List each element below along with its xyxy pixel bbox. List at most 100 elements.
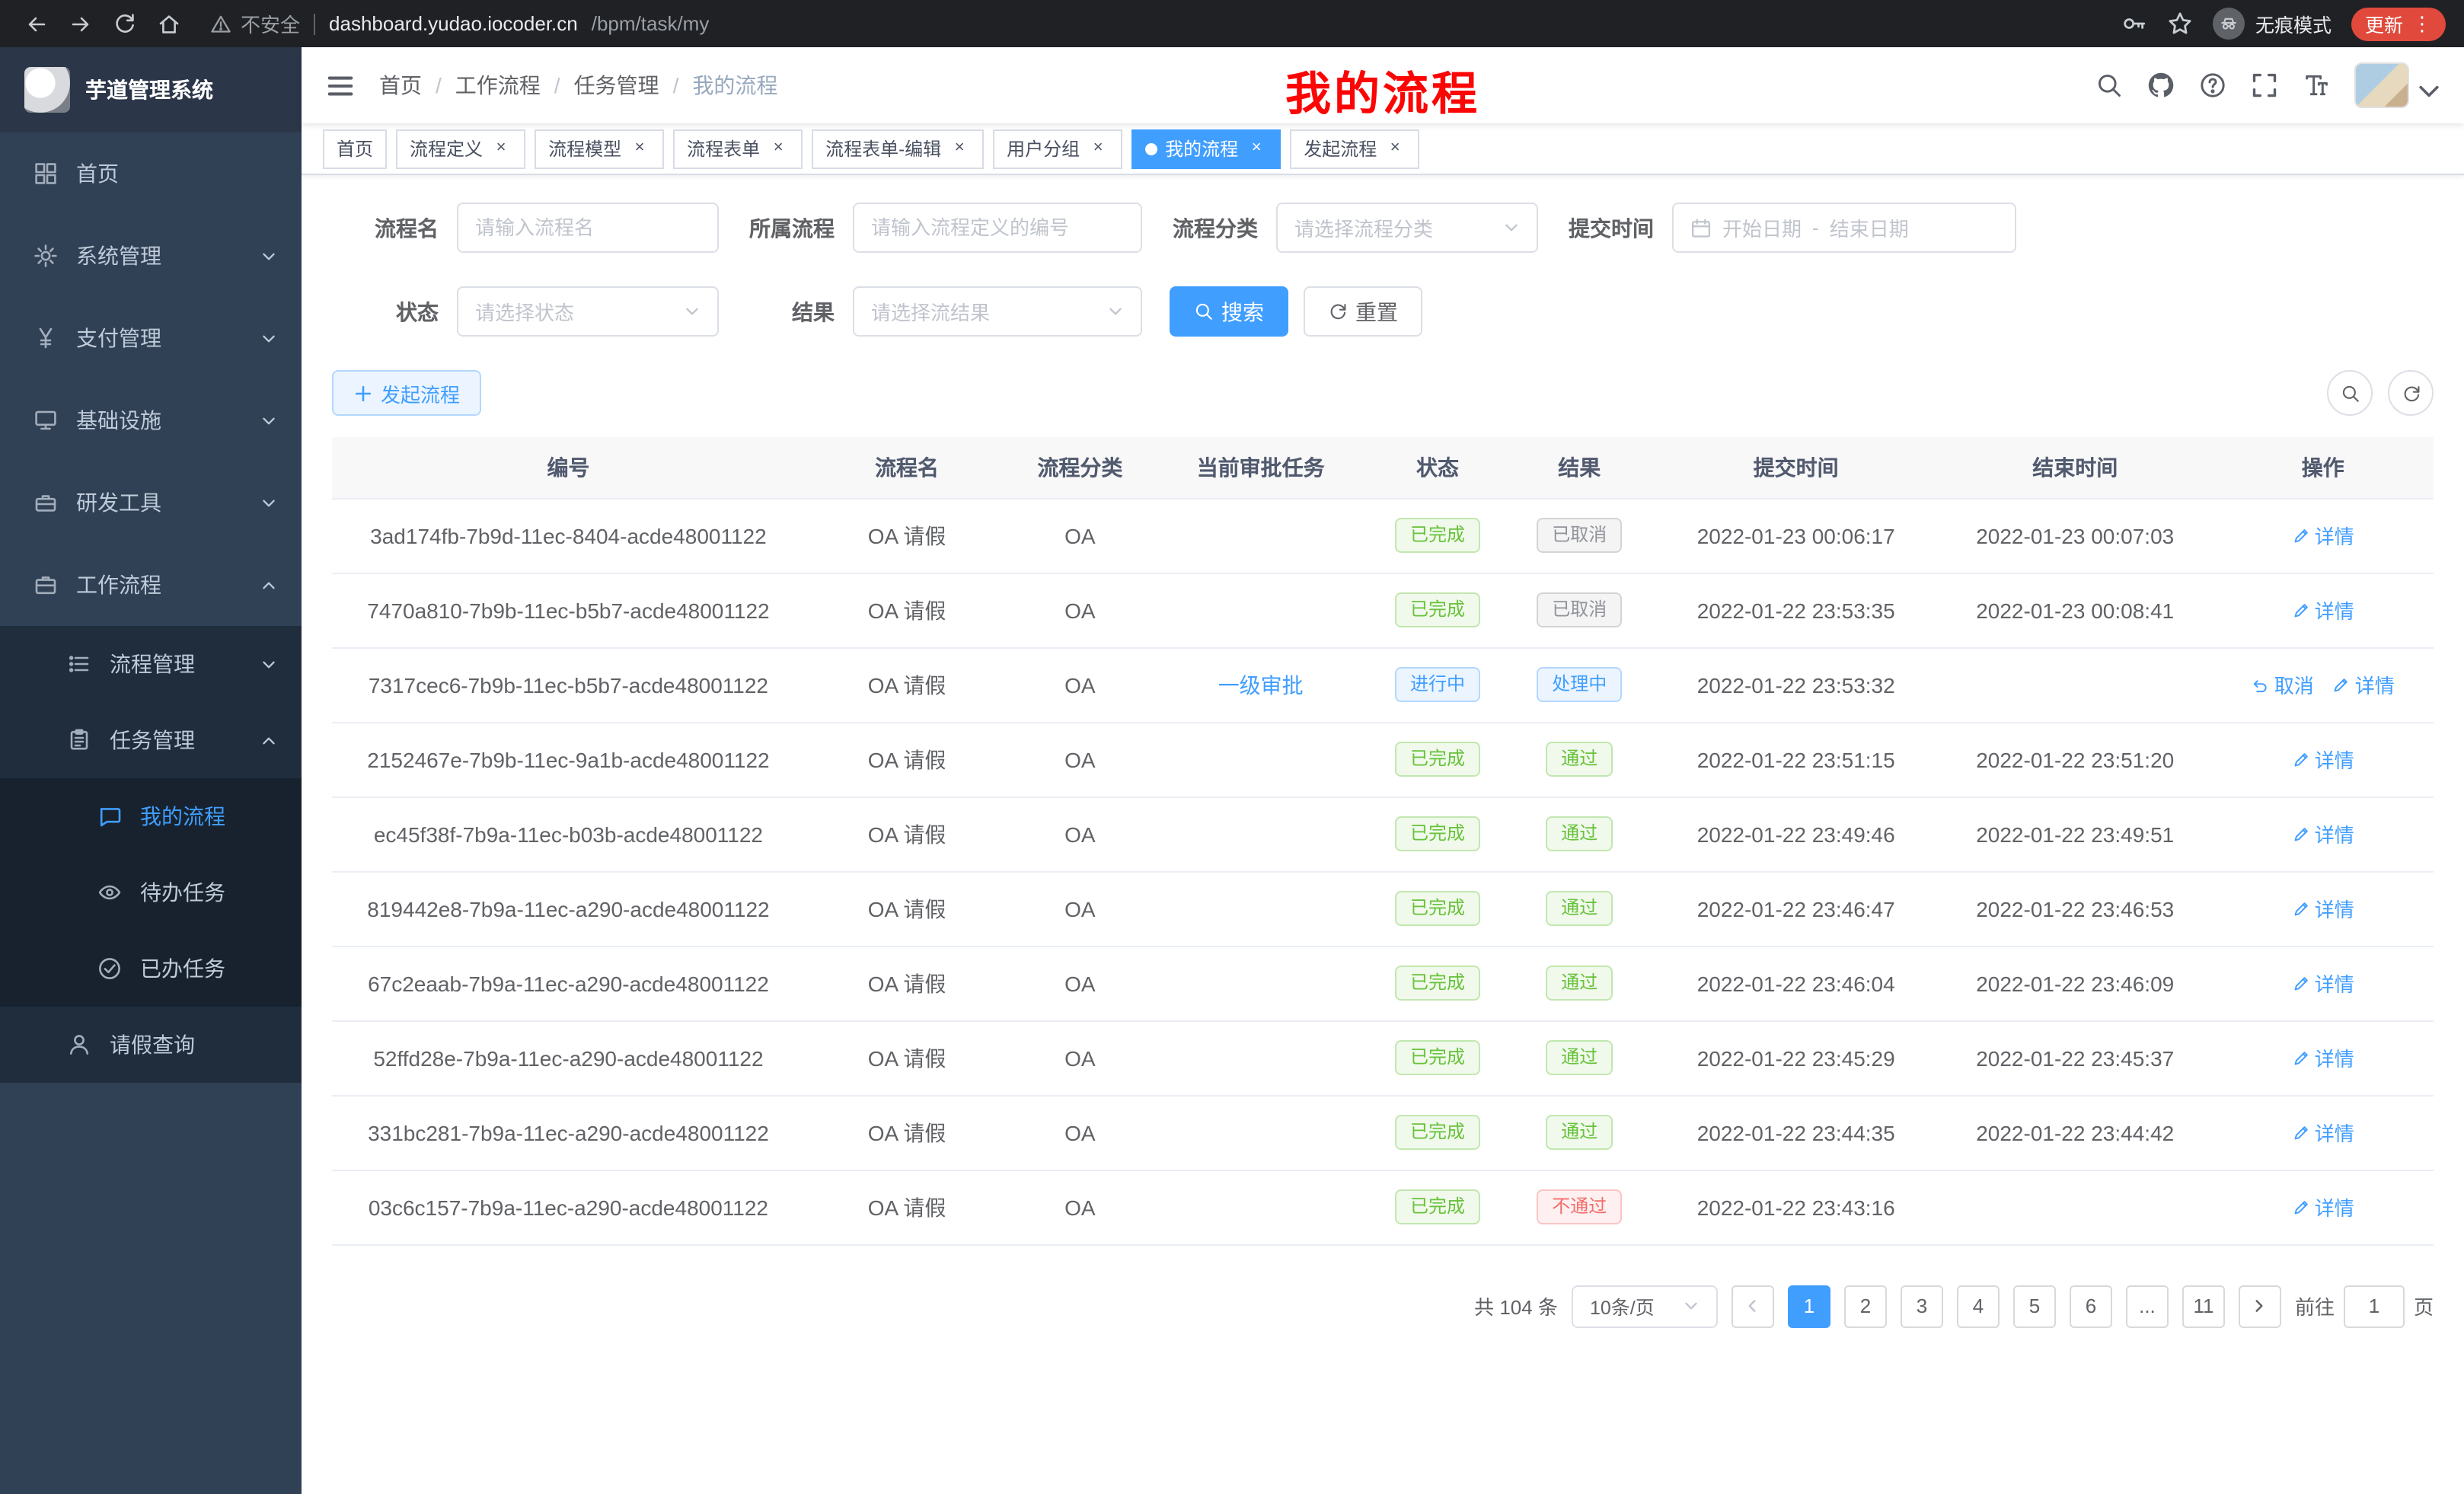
address-bar[interactable]: 不安全 dashboard.yudao.iocoder.cn/bpm/task/… [210, 9, 2118, 38]
sidebar-item-label: 系统管理 [76, 241, 161, 271]
help-icon[interactable] [2199, 72, 2226, 99]
detail-action-link[interactable]: 详情 [2292, 595, 2354, 624]
font-size-icon[interactable] [2303, 72, 2330, 99]
breadcrumb-item[interactable]: 首页 [379, 70, 422, 101]
edit-icon [2292, 825, 2310, 843]
user-menu[interactable] [2354, 62, 2443, 108]
cell-current-task [1151, 871, 1371, 946]
page-button-4[interactable]: 4 [1957, 1285, 2000, 1327]
fullscreen-icon[interactable] [2251, 72, 2278, 99]
sidebar-item-基础设施[interactable]: 基础设施 [0, 379, 302, 461]
sidebar-item-工作流程[interactable]: 工作流程 [0, 544, 302, 626]
sidebar-toggle-button[interactable] [302, 47, 379, 123]
prev-page-button[interactable] [1732, 1285, 1774, 1327]
current-task-link[interactable]: 一级审批 [1218, 672, 1304, 697]
security-status[interactable]: 不安全 [210, 9, 300, 38]
parent-process-field[interactable] [871, 216, 1124, 239]
detail-action-link[interactable]: 详情 [2292, 1118, 2354, 1147]
close-icon[interactable]: × [1087, 138, 1109, 159]
cell-process-name: OA 请假 [805, 573, 1009, 647]
toggle-search-button[interactable] [2327, 370, 2373, 416]
next-page-button[interactable] [2239, 1285, 2281, 1327]
status-select[interactable]: 请选择状态 [457, 286, 719, 337]
page-button-11[interactable]: 11 [2182, 1285, 2225, 1327]
close-icon[interactable]: × [768, 138, 789, 159]
key-icon[interactable] [2121, 11, 2147, 37]
tab-流程模型[interactable]: 流程模型× [535, 129, 664, 168]
search-button[interactable]: 搜索 [1170, 286, 1288, 337]
plus-icon [353, 383, 373, 403]
parent-process-input[interactable] [853, 203, 1142, 253]
sidebar-item-支付管理[interactable]: 支付管理 [0, 297, 302, 379]
tab-发起流程[interactable]: 发起流程× [1290, 129, 1419, 168]
cell-current-task [1151, 1020, 1371, 1095]
sidebar-item-已办任务[interactable]: 已办任务 [0, 931, 302, 1007]
result-select[interactable]: 请选择流结果 [853, 286, 1142, 337]
detail-action-link[interactable]: 详情 [2292, 1192, 2354, 1221]
close-icon[interactable]: × [1384, 138, 1406, 159]
breadcrumb-item[interactable]: 任务管理 [574, 70, 659, 101]
github-icon[interactable] [2147, 72, 2175, 99]
tab-流程表单-编辑[interactable]: 流程表单-编辑× [812, 129, 984, 168]
bookmark-star-icon[interactable] [2167, 11, 2193, 37]
reload-icon[interactable] [104, 3, 145, 44]
detail-action-link[interactable]: 详情 [2292, 894, 2354, 923]
tab-流程表单[interactable]: 流程表单× [673, 129, 803, 168]
sidebar-item-系统管理[interactable]: 系统管理 [0, 215, 302, 297]
cell-category: OA [1009, 946, 1151, 1020]
process-name-input[interactable] [457, 203, 719, 253]
cell-id: 67c2eaab-7b9a-11ec-a290-acde48001122 [332, 946, 805, 1020]
reset-button[interactable]: 重置 [1304, 286, 1422, 337]
update-button[interactable]: 更新 ⋮ [2351, 7, 2446, 40]
cell-submit-time: 2022-01-22 23:53:32 [1654, 647, 1938, 722]
detail-action-link[interactable]: 详情 [2292, 1043, 2354, 1072]
sidebar-item-研发工具[interactable]: 研发工具 [0, 461, 302, 544]
detail-action-link[interactable]: 详情 [2292, 521, 2354, 550]
forward-icon[interactable] [59, 3, 101, 44]
close-icon[interactable]: × [490, 138, 512, 159]
detail-action-link[interactable]: 详情 [2292, 745, 2354, 774]
sidebar-item-任务管理[interactable]: 任务管理 [0, 702, 302, 778]
breadcrumb-item[interactable]: 工作流程 [455, 70, 541, 101]
app-logo-row[interactable]: 芋道管理系统 [0, 47, 302, 132]
page-button-1[interactable]: 1 [1788, 1285, 1830, 1327]
category-select[interactable]: 请选择流程分类 [1276, 203, 1538, 253]
goto-page-input[interactable] [2344, 1285, 2405, 1327]
create-process-button[interactable]: 发起流程 [332, 370, 481, 416]
close-icon[interactable]: × [629, 138, 650, 159]
back-icon[interactable] [15, 3, 56, 44]
tab-用户分组[interactable]: 用户分组× [993, 129, 1122, 168]
cell-end-time: 2022-01-23 00:07:03 [1938, 498, 2213, 573]
cell-actions: 详情 [2212, 871, 2434, 946]
sidebar-item-首页[interactable]: 首页 [0, 132, 302, 215]
tab-我的流程[interactable]: 我的流程× [1131, 129, 1281, 168]
process-name-field[interactable] [475, 216, 701, 239]
page-size-select[interactable]: 10条/页 [1572, 1285, 1718, 1327]
sidebar-item-流程管理[interactable]: 流程管理 [0, 626, 302, 702]
tab-流程定义[interactable]: 流程定义× [396, 129, 525, 168]
sidebar-item-我的流程[interactable]: 我的流程 [0, 778, 302, 854]
page-ellipsis[interactable]: ... [2126, 1285, 2169, 1327]
close-icon[interactable]: × [949, 138, 970, 159]
detail-action-link[interactable]: 详情 [2292, 969, 2354, 998]
cancel-action-link[interactable]: 取消 [2252, 670, 2314, 699]
detail-action-link[interactable]: 详情 [2332, 670, 2395, 699]
tab-首页[interactable]: 首页 [323, 129, 387, 168]
cell-status: 已完成 [1371, 1095, 1505, 1170]
page-button-5[interactable]: 5 [2013, 1285, 2056, 1327]
close-icon[interactable]: × [1246, 138, 1267, 159]
home-icon[interactable] [148, 3, 189, 44]
page-button-3[interactable]: 3 [1901, 1285, 1943, 1327]
refresh-table-button[interactable] [2388, 370, 2434, 416]
cell-status: 已完成 [1371, 1170, 1505, 1244]
detail-action-link[interactable]: 详情 [2292, 819, 2354, 848]
page-button-2[interactable]: 2 [1844, 1285, 1887, 1327]
cell-end-time: 2022-01-22 23:45:37 [1938, 1020, 2213, 1095]
search-icon[interactable] [2095, 72, 2123, 99]
date-range-picker[interactable]: 开始日期 - 结束日期 [1672, 203, 2016, 253]
sidebar-item-待办任务[interactable]: 待办任务 [0, 854, 302, 931]
sidebar-item-请假查询[interactable]: 请假查询 [0, 1007, 302, 1083]
page-button-6[interactable]: 6 [2070, 1285, 2112, 1327]
browser-menu-icon[interactable]: ⋮ [2412, 14, 2432, 34]
breadcrumb-item: 我的流程 [692, 70, 777, 101]
